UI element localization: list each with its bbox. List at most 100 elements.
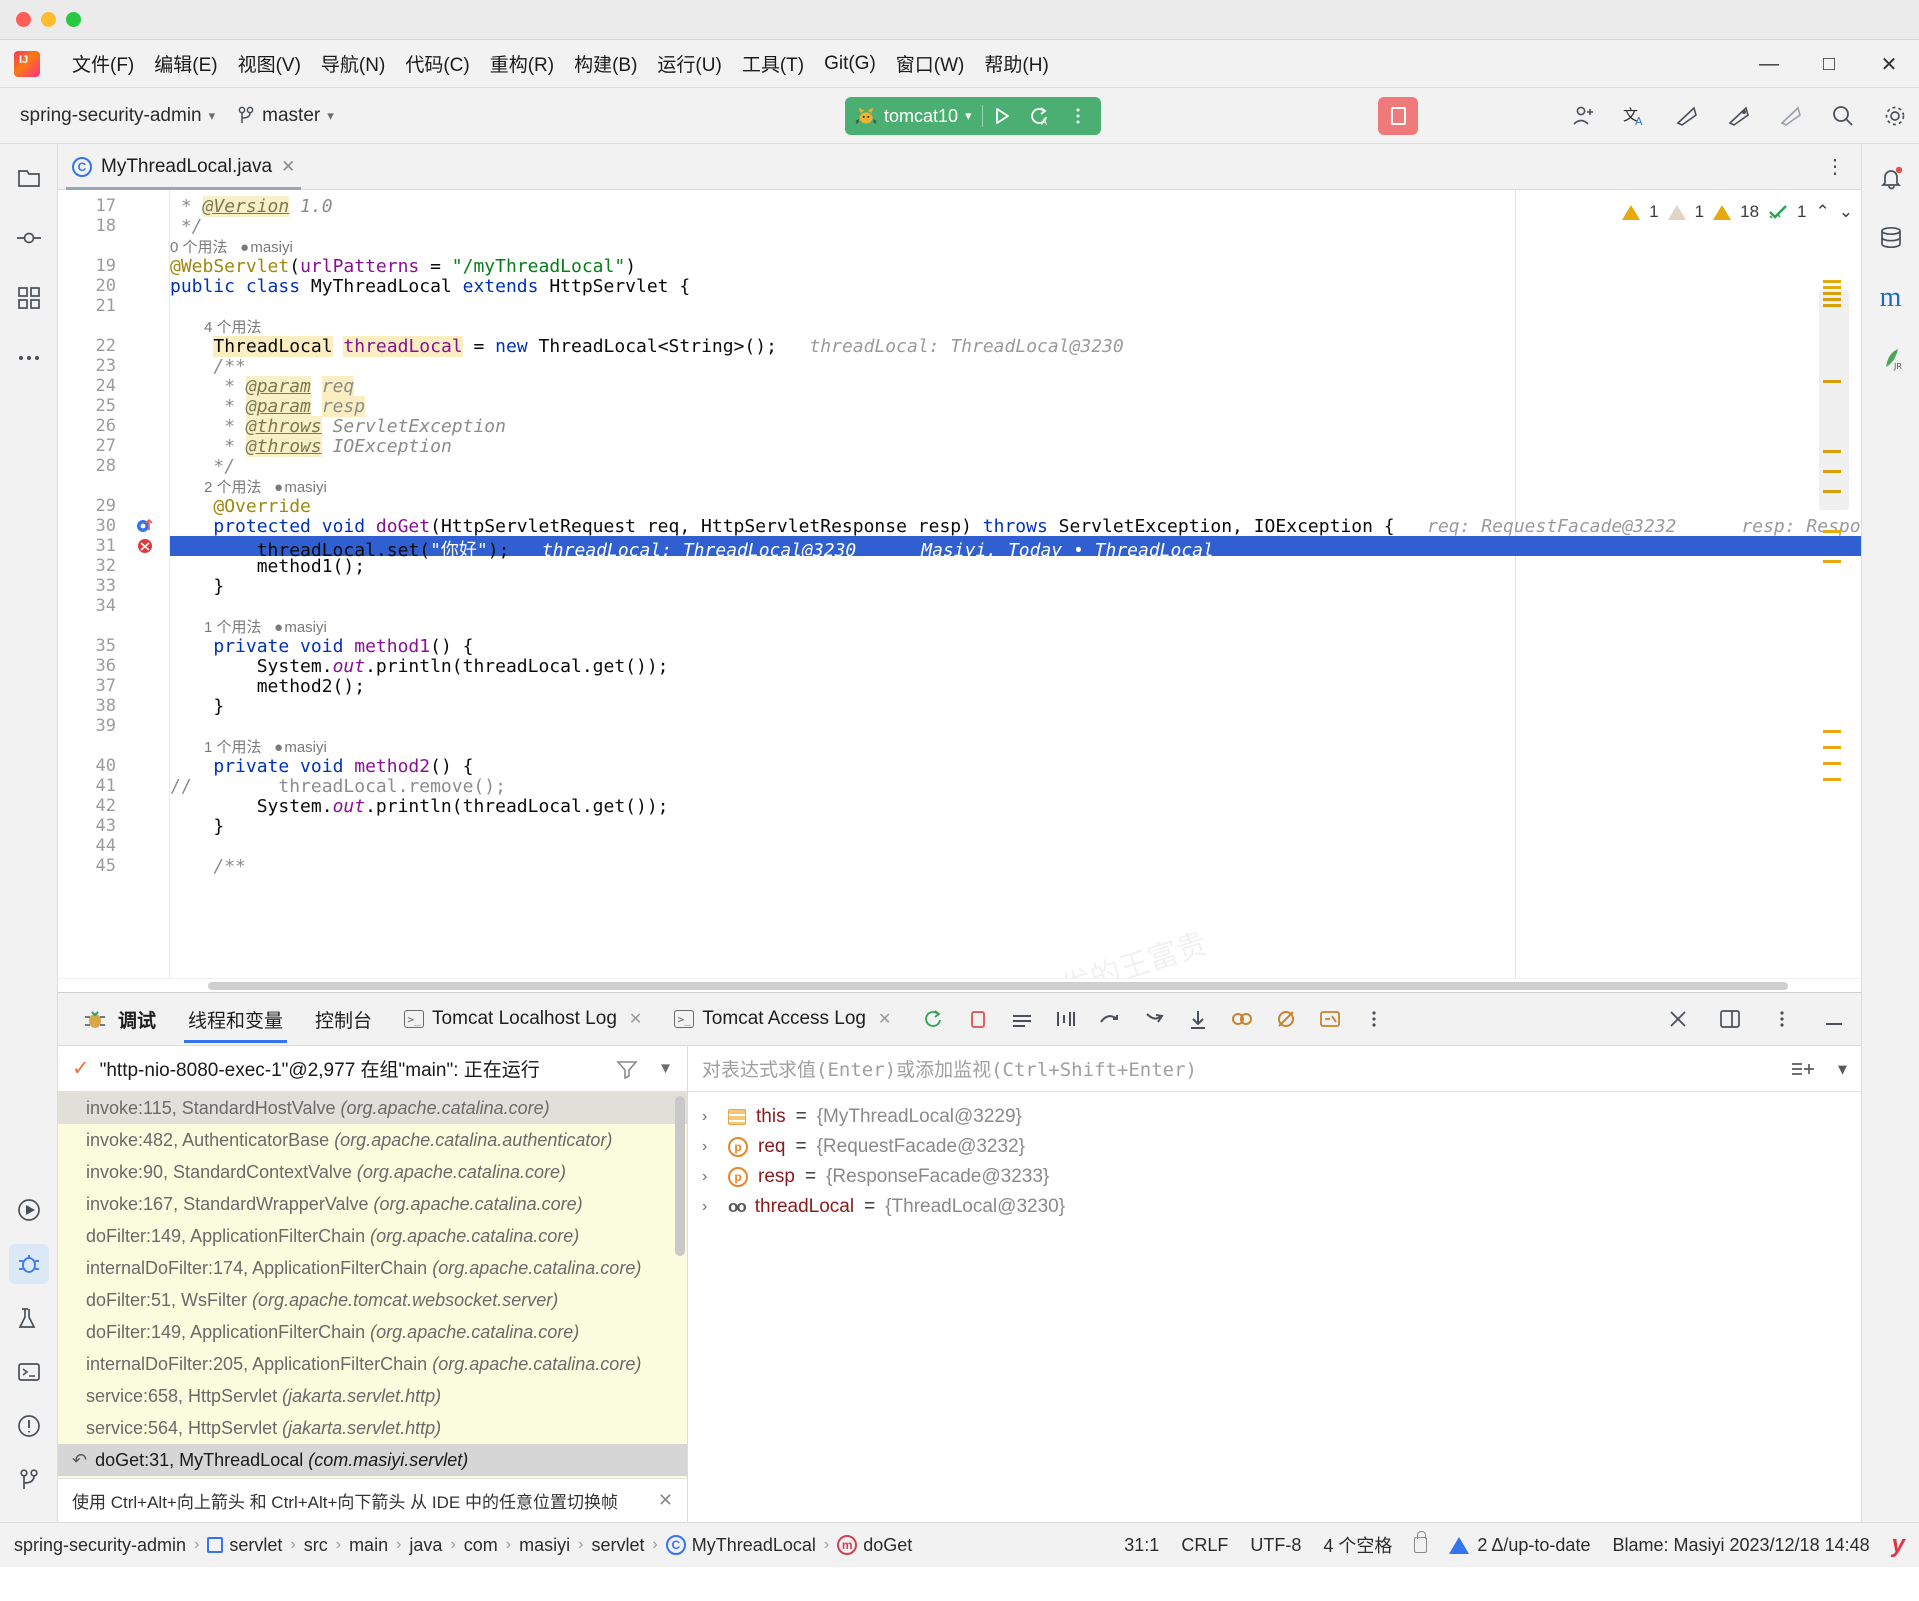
tab-tomcat-localhost-log[interactable]: >_ Tomcat Localhost Log ✕ — [390, 993, 656, 1045]
git-branch-icon[interactable] — [9, 1460, 49, 1500]
variables-list[interactable]: › this = {MyThreadLocal@3229} › p req = {Request… — [688, 1092, 1861, 1222]
tab-threads-and-variables[interactable]: 线程和变量 — [174, 993, 297, 1045]
thread-selector[interactable]: ✓ "http-nio-8080-exec-1"@2,977 在组"main":… — [58, 1046, 687, 1092]
breadcrumb-item[interactable]: main — [349, 1535, 388, 1556]
close-icon[interactable]: ✕ — [281, 157, 295, 177]
frames-scrollbar[interactable] — [675, 1096, 685, 1256]
inspection-marker[interactable] — [1823, 286, 1841, 289]
minimize-icon[interactable] — [1821, 1006, 1847, 1032]
terminal-icon[interactable] — [9, 1352, 49, 1392]
maximize-button[interactable]: □ — [1799, 40, 1859, 88]
menu-git[interactable]: Git(G) — [814, 49, 886, 79]
line-separator[interactable]: CRLF — [1181, 1535, 1228, 1556]
variable-row[interactable]: › p resp = {ResponseFacade@3233} — [702, 1162, 1861, 1192]
git-status[interactable]: 2 Δ/up-to-date — [1449, 1535, 1590, 1556]
menu-help[interactable]: 帮助(H) — [974, 46, 1058, 81]
code-vision-usage[interactable]: 2 个用法 ● masiyi — [170, 476, 1861, 496]
chevron-down-icon[interactable]: ▼ — [1838, 1060, 1847, 1078]
structure-icon[interactable] — [9, 278, 49, 318]
breadcrumb-item[interactable]: masiyi — [519, 1535, 570, 1556]
stack-frame-row[interactable]: ↶ doGet:31, MyThreadLocal (com.masiyi.ser… — [58, 1444, 687, 1476]
step-out-icon[interactable] — [1141, 1006, 1167, 1032]
more-icon[interactable] — [1769, 1006, 1795, 1032]
code-line[interactable]: protected void doGet(HttpServletRequest … — [170, 516, 1861, 537]
breakpoint-column[interactable] — [126, 190, 170, 978]
code-line[interactable]: * @param req — [170, 376, 1861, 397]
project-folder-icon[interactable] — [9, 158, 49, 198]
tests-icon[interactable] — [9, 1298, 49, 1338]
run-play-icon[interactable] — [983, 97, 1021, 135]
step-into-icon[interactable] — [1053, 1006, 1079, 1032]
stack-frame-row[interactable]: invoke:115, StandardHostValve (org.apach… — [58, 1092, 687, 1124]
evaluate-icon[interactable] — [1317, 1006, 1343, 1032]
editor-tab-mythreadlocal[interactable]: C MyThreadLocal.java ✕ — [58, 144, 309, 190]
menu-navigate[interactable]: 导航(N) — [311, 46, 395, 81]
inspection-marker[interactable] — [1823, 762, 1841, 765]
stop-icon[interactable] — [965, 1006, 991, 1032]
add-watch-icon[interactable] — [1790, 1059, 1816, 1079]
settings-gear-icon[interactable] — [1881, 102, 1909, 130]
code-line[interactable]: method2(); — [170, 676, 1861, 697]
stack-frame-row[interactable]: invoke:90, StandardContextValve (org.apa… — [58, 1156, 687, 1188]
code-line[interactable]: System.out.println(threadLocal.get()); — [170, 796, 1861, 817]
stack-frame-row[interactable]: invoke:167, StandardWrapperValve (org.ap… — [58, 1188, 687, 1220]
expand-chevron-icon[interactable]: › — [702, 1198, 718, 1216]
breadcrumb-item[interactable]: src — [304, 1535, 328, 1556]
code-line[interactable]: /** — [170, 356, 1861, 377]
inspection-marker[interactable] — [1823, 730, 1841, 733]
window-close-dot[interactable] — [16, 12, 31, 27]
view-breakpoints-icon[interactable] — [1273, 1006, 1299, 1032]
close-icon[interactable]: ✕ — [878, 1009, 891, 1029]
branch-selector[interactable]: master ▾ — [229, 101, 342, 131]
debug-icon[interactable] — [9, 1244, 49, 1284]
inspection-marker[interactable] — [1823, 746, 1841, 749]
code-line[interactable] — [170, 836, 1861, 856]
menu-refactor[interactable]: 重构(R) — [480, 46, 564, 81]
code-vision-usage[interactable]: 1 个用法 ● masiyi — [170, 616, 1861, 636]
force-step-into-icon[interactable] — [1097, 1006, 1123, 1032]
tab-console[interactable]: 控制台 — [301, 993, 386, 1045]
drop-frame-icon[interactable]: ↶ — [72, 1450, 87, 1471]
stack-frame-row[interactable]: service:564, HttpServlet (jakarta.servle… — [58, 1412, 687, 1444]
code-line[interactable]: private void method1() { — [170, 636, 1861, 657]
rerun-debug-icon[interactable] — [921, 1006, 947, 1032]
commit-icon[interactable] — [9, 218, 49, 258]
call-stack-list[interactable]: invoke:115, StandardHostValve (org.apach… — [58, 1092, 687, 1478]
translate-icon[interactable]: 文A — [1621, 102, 1649, 130]
stack-frame-row[interactable]: internalDoFilter:205, ApplicationFilterC… — [58, 1348, 687, 1380]
inspection-marker[interactable] — [1823, 280, 1841, 283]
breadcrumb-item[interactable]: C MyThreadLocal — [665, 1535, 816, 1556]
expand-chevron-icon[interactable]: › — [702, 1108, 718, 1126]
code-with-me-icon[interactable] — [1725, 102, 1753, 130]
code-line[interactable]: private void method2() { — [170, 756, 1861, 777]
run-config-selector[interactable]: tomcat10 ▾ — [849, 105, 982, 127]
code-line[interactable] — [170, 716, 1861, 736]
menu-view[interactable]: 视图(V) — [228, 46, 311, 81]
more-vertical-icon[interactable] — [1361, 1006, 1387, 1032]
stack-frame-row[interactable]: invoke:482, AuthenticatorBase (org.apach… — [58, 1124, 687, 1156]
scrollbar-thumb[interactable] — [208, 982, 1788, 990]
menu-build[interactable]: 构建(B) — [564, 46, 647, 81]
code-line[interactable] — [170, 296, 1861, 316]
step-over-icon[interactable] — [1009, 1006, 1035, 1032]
variable-row[interactable]: › p req = {RequestFacade@3232} — [702, 1132, 1861, 1162]
tab-tomcat-access-log[interactable]: >_ Tomcat Access Log ✕ — [660, 993, 905, 1045]
close-button[interactable]: ✕ — [1859, 40, 1919, 88]
filter-icon[interactable] — [616, 1059, 638, 1079]
inspection-marker[interactable] — [1823, 560, 1841, 563]
close-icon[interactable]: ✕ — [658, 1490, 673, 1511]
code-line[interactable]: @Override — [170, 496, 1861, 517]
code-line[interactable]: /** — [170, 856, 1861, 877]
code-area[interactable]: 掉头发的王富贵 * @Version 1.0 */0 个用法 ● masiyi @… — [170, 190, 1861, 978]
stack-frame-row[interactable]: doFilter:149, ApplicationFilterChain (or… — [58, 1220, 687, 1252]
inspection-summary[interactable]: 1 1 18 1 ⌃ ⌄ — [1622, 202, 1853, 222]
ai-assistant-icon[interactable] — [1673, 102, 1701, 130]
editor-vertical-scrollbar[interactable] — [1819, 290, 1849, 510]
window-maximize-dot[interactable] — [66, 12, 81, 27]
code-line[interactable]: } — [170, 816, 1861, 837]
code-line[interactable]: } — [170, 576, 1861, 597]
prev-problem-icon[interactable]: ⌃ — [1816, 202, 1830, 222]
file-encoding[interactable]: UTF-8 — [1250, 1535, 1301, 1556]
evaluate-expression-input[interactable]: 对表达式求值(Enter)或添加监视(Ctrl+Shift+Enter) ▼ — [688, 1046, 1861, 1092]
variable-row[interactable]: › oo threadLocal = {ThreadLocal@3230} — [702, 1192, 1861, 1222]
